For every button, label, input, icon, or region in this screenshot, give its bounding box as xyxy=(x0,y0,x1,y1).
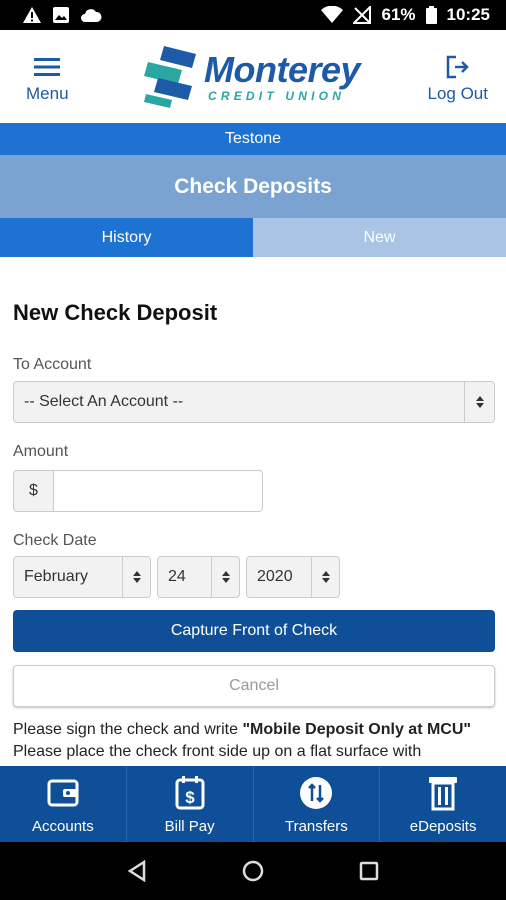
nav-edeposits[interactable]: eDeposits xyxy=(380,766,506,842)
bottom-nav: Accounts $ Bill Pay Transfers eDeposits xyxy=(0,766,506,842)
form-title: New Check Deposit xyxy=(13,300,218,325)
instruction-line-2: Please place the check front side up on … xyxy=(13,743,422,760)
status-notifications xyxy=(22,6,102,24)
instruction-1-bold: "Mobile Deposit Only at MCU" xyxy=(242,721,471,738)
wallet-icon xyxy=(47,779,79,806)
logo-name: Monterey xyxy=(204,48,361,90)
logout-button[interactable]: Log Out xyxy=(427,50,489,104)
clock: 10:25 xyxy=(446,5,490,24)
nav-transfers-label: Transfers xyxy=(284,817,348,835)
warning-icon xyxy=(23,7,41,23)
app-header: Menu Monterey CREDIT UNION Log Out xyxy=(0,30,506,123)
select-arrows-icon xyxy=(122,557,150,597)
hamburger-icon xyxy=(34,57,61,76)
amount-group: $ xyxy=(13,470,263,512)
edeposit-icon xyxy=(429,776,458,810)
logo-subtitle: CREDIT UNION xyxy=(208,88,346,103)
menu-label: Menu xyxy=(26,83,69,103)
cloud-icon xyxy=(81,9,102,22)
logo: Monterey CREDIT UNION xyxy=(142,44,361,110)
page-title-bar: Check Deposits xyxy=(0,155,506,218)
nav-accounts[interactable]: Accounts xyxy=(0,766,127,842)
currency-prefix: $ xyxy=(13,470,54,512)
transfer-icon xyxy=(300,776,333,809)
to-account-select[interactable]: -- Select An Account -- xyxy=(13,381,495,423)
tab-new[interactable]: New xyxy=(253,218,506,257)
nav-accounts-label: Accounts xyxy=(32,817,94,835)
nav-transfers[interactable]: Transfers xyxy=(254,766,381,842)
amount-label: Amount xyxy=(13,443,69,460)
year-value: 2020 xyxy=(257,568,293,585)
nav-bill-pay[interactable]: $ Bill Pay xyxy=(127,766,254,842)
android-nav-bar xyxy=(0,842,506,900)
day-select[interactable]: 24 xyxy=(157,556,240,598)
select-arrows-icon xyxy=(464,382,494,422)
instruction-1-text: Please sign the check and write xyxy=(13,721,243,738)
menu-button[interactable]: Menu xyxy=(26,50,69,104)
select-arrows-icon xyxy=(311,557,339,597)
tab-bar: History New xyxy=(0,218,506,257)
to-account-value: -- Select An Account -- xyxy=(24,393,184,410)
check-date-label: Check Date xyxy=(13,532,97,549)
month-select[interactable]: February xyxy=(13,556,151,598)
image-icon xyxy=(53,7,69,23)
check-date-row: February 24 2020 xyxy=(13,556,495,598)
capture-front-button[interactable]: Capture Front of Check xyxy=(13,610,495,652)
wifi-icon xyxy=(321,6,344,23)
year-select[interactable]: 2020 xyxy=(246,556,340,598)
svg-text:$: $ xyxy=(185,788,195,807)
cancel-button[interactable]: Cancel xyxy=(13,665,495,707)
user-bar: Testone xyxy=(0,123,506,155)
day-value: 24 xyxy=(168,568,186,585)
deposit-form: New Check Deposit To Account -- Select A… xyxy=(13,257,495,763)
bill-pay-icon: $ xyxy=(175,775,205,809)
select-arrows-icon xyxy=(211,557,239,597)
page-title: Check Deposits xyxy=(174,174,332,198)
recents-icon[interactable] xyxy=(359,861,379,881)
battery-percent: 61% xyxy=(381,5,416,24)
logo-mark-icon xyxy=(144,45,196,108)
tab-history[interactable]: History xyxy=(0,218,253,257)
nav-bill-pay-label: Bill Pay xyxy=(164,817,215,835)
status-system: 61% 10:25 xyxy=(321,5,490,25)
instruction-line-1: Please sign the check and write "Mobile … xyxy=(13,719,495,741)
instructions: Please sign the check and write "Mobile … xyxy=(13,719,495,763)
battery-icon xyxy=(425,6,437,24)
status-bar: 61% 10:25 xyxy=(0,0,506,30)
to-account-label: To Account xyxy=(13,356,92,373)
month-value: February xyxy=(24,568,89,585)
logout-label: Log Out xyxy=(427,83,489,103)
logout-icon xyxy=(446,55,469,78)
username: Testone xyxy=(224,130,282,147)
amount-input[interactable] xyxy=(54,470,263,512)
back-icon[interactable] xyxy=(127,860,147,882)
nav-edeposits-label: eDeposits xyxy=(409,817,477,835)
no-signal-icon xyxy=(353,6,372,24)
home-icon[interactable] xyxy=(241,859,265,883)
